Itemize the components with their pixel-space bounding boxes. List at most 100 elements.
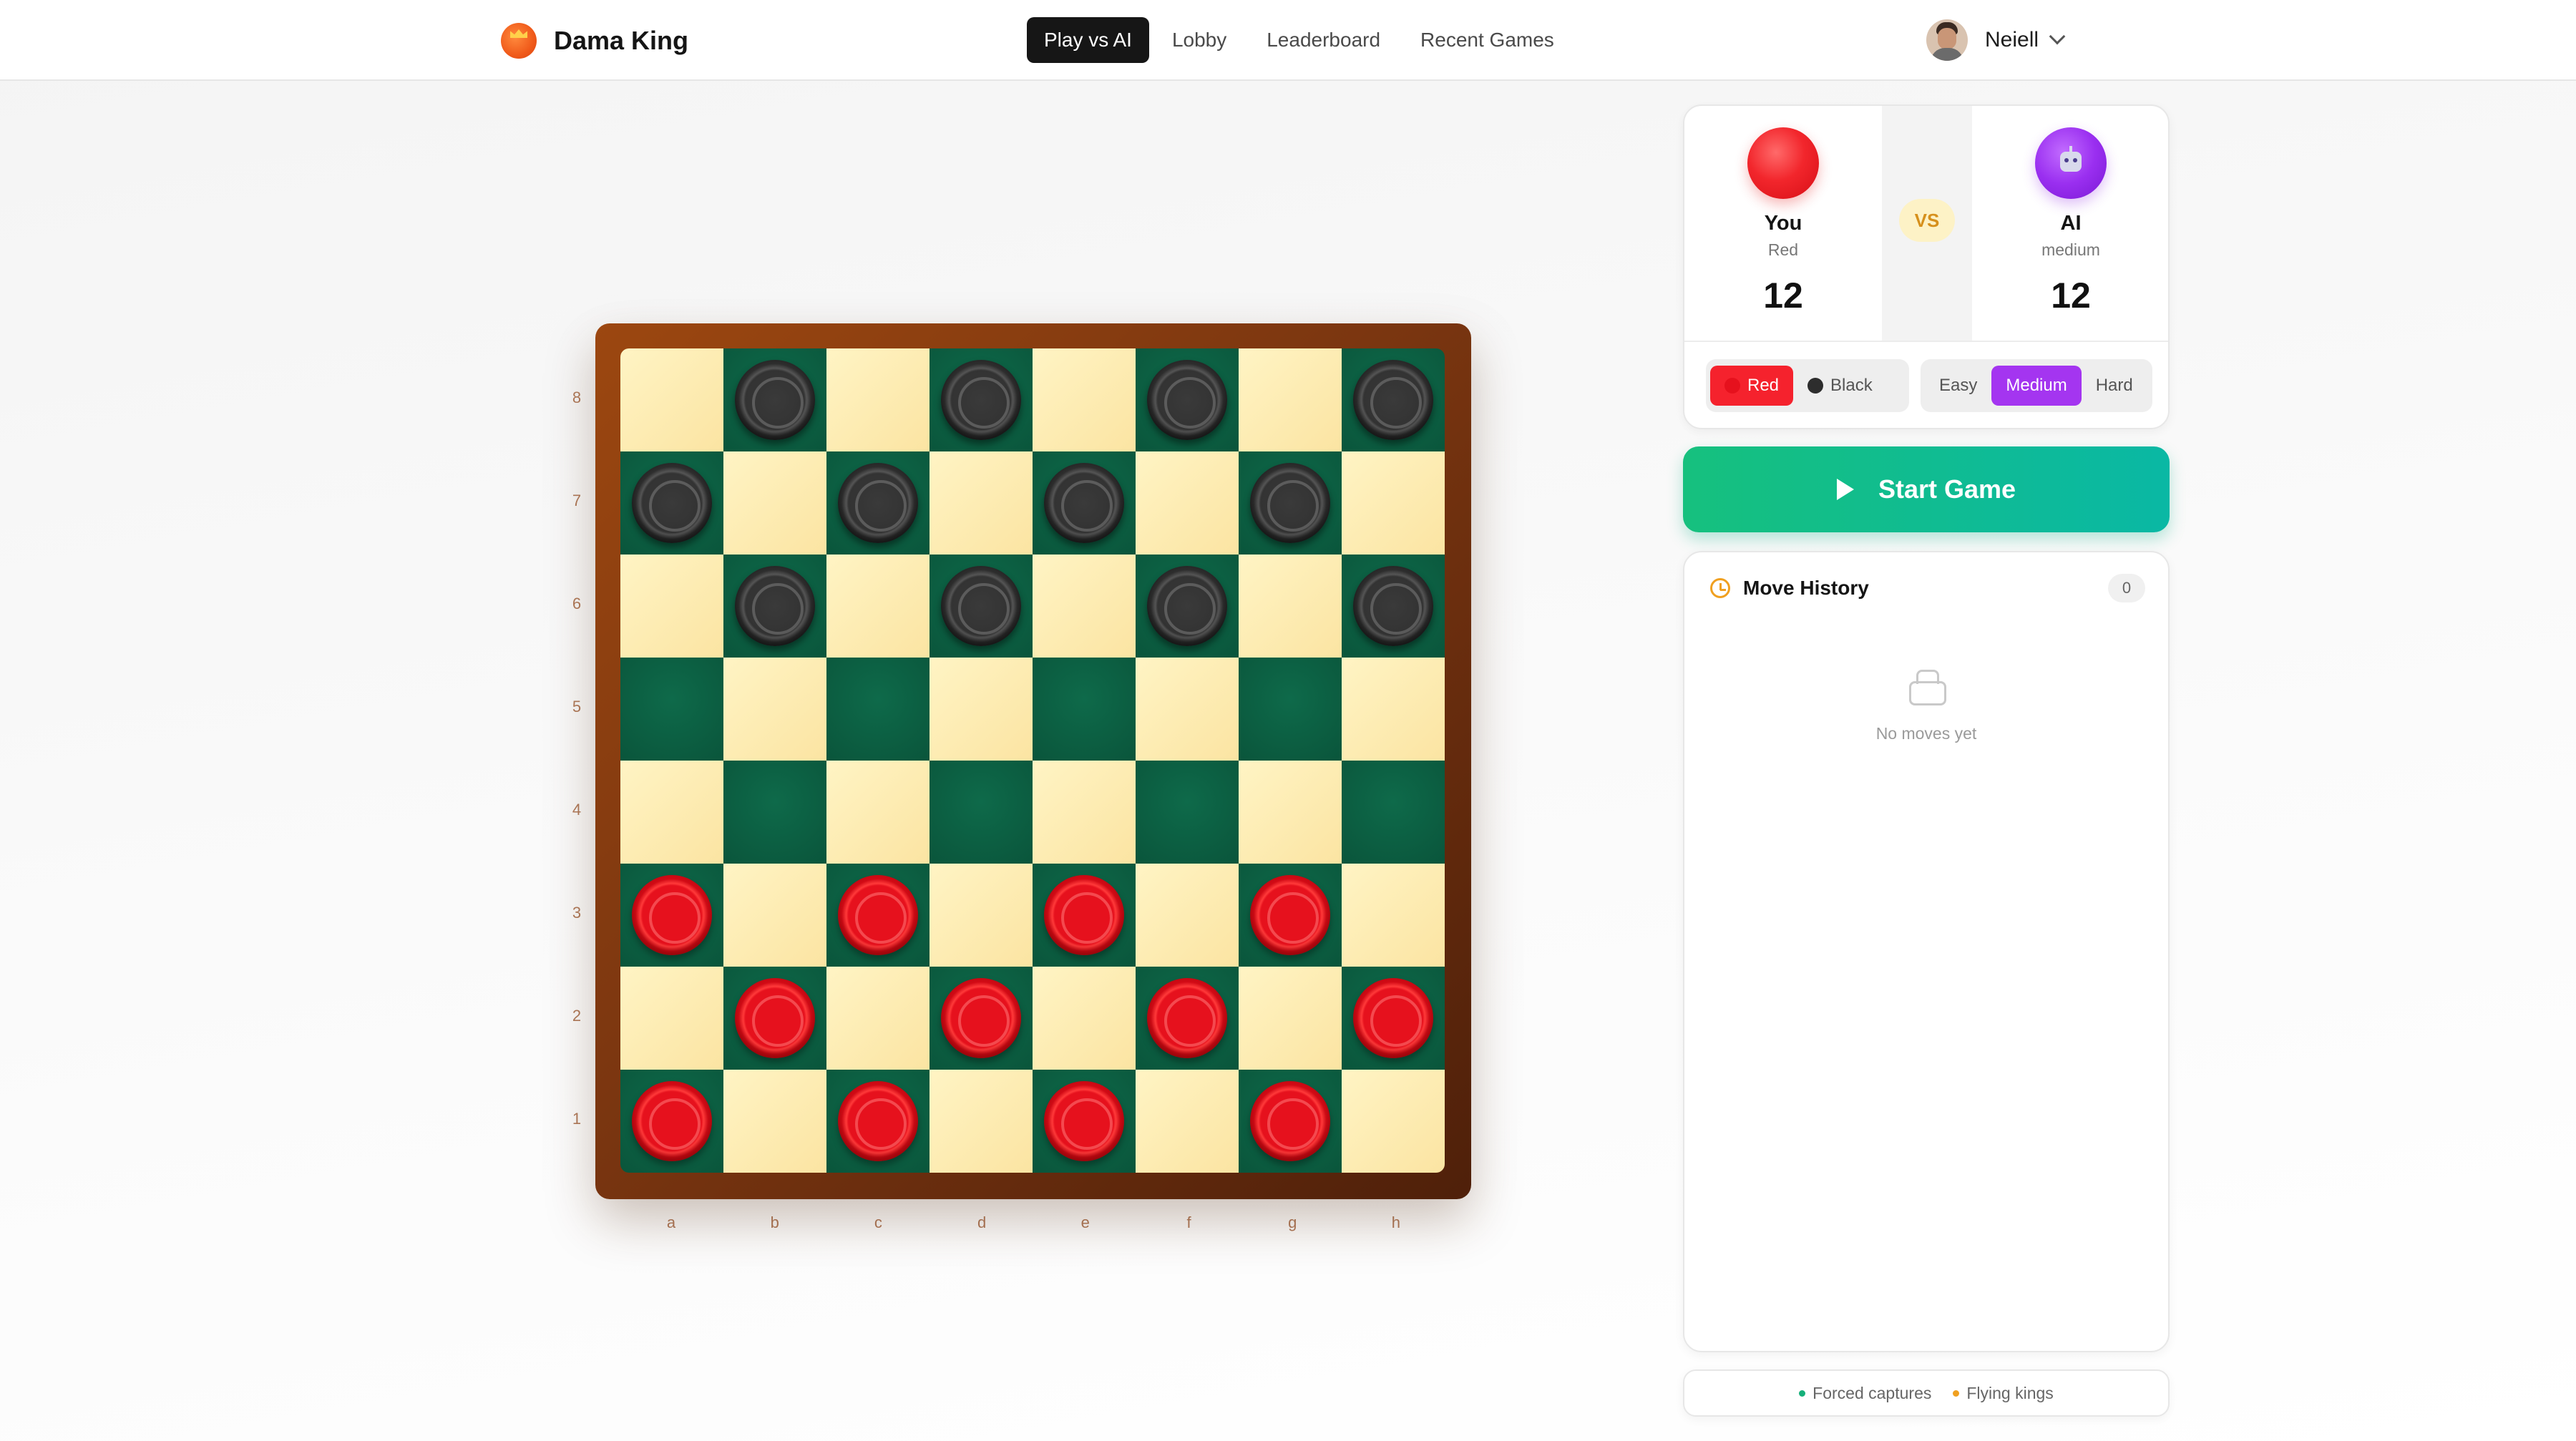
square-h3[interactable]	[1342, 864, 1445, 967]
square-a8[interactable]	[620, 348, 723, 451]
square-a3[interactable]	[620, 864, 723, 967]
square-h8[interactable]	[1342, 348, 1445, 451]
square-a5[interactable]	[620, 658, 723, 761]
red-piece[interactable]	[1250, 875, 1330, 955]
red-piece[interactable]	[838, 875, 918, 955]
square-e7[interactable]	[1033, 451, 1136, 555]
red-piece[interactable]	[632, 1081, 712, 1161]
red-piece[interactable]	[1147, 978, 1227, 1058]
square-d3[interactable]	[930, 864, 1033, 967]
square-a6[interactable]	[620, 555, 723, 658]
square-d5[interactable]	[930, 658, 1033, 761]
square-h6[interactable]	[1342, 555, 1445, 658]
square-e8[interactable]	[1033, 348, 1136, 451]
black-piece[interactable]	[735, 360, 815, 440]
black-piece[interactable]	[632, 463, 712, 543]
black-piece[interactable]	[941, 360, 1021, 440]
difficulty-easy-button[interactable]: Easy	[1925, 366, 1991, 406]
start-game-button[interactable]: Start Game	[1683, 446, 2170, 532]
square-e2[interactable]	[1033, 967, 1136, 1070]
square-e5[interactable]	[1033, 658, 1136, 761]
square-d2[interactable]	[930, 967, 1033, 1070]
square-g4[interactable]	[1239, 761, 1342, 864]
square-e4[interactable]	[1033, 761, 1136, 864]
red-piece[interactable]	[735, 978, 815, 1058]
red-piece[interactable]	[632, 875, 712, 955]
color-black-button[interactable]: Black	[1793, 366, 1887, 406]
square-f6[interactable]	[1136, 555, 1239, 658]
square-g2[interactable]	[1239, 967, 1342, 1070]
square-e3[interactable]	[1033, 864, 1136, 967]
square-f2[interactable]	[1136, 967, 1239, 1070]
square-e6[interactable]	[1033, 555, 1136, 658]
square-g5[interactable]	[1239, 658, 1342, 761]
square-f7[interactable]	[1136, 451, 1239, 555]
red-piece[interactable]	[1353, 978, 1433, 1058]
square-c4[interactable]	[826, 761, 930, 864]
square-c5[interactable]	[826, 658, 930, 761]
nav-recent-games[interactable]: Recent Games	[1403, 17, 1571, 63]
nav-play-vs-ai[interactable]: Play vs AI	[1027, 17, 1149, 63]
red-piece[interactable]	[1044, 875, 1124, 955]
red-piece[interactable]	[1044, 1081, 1124, 1161]
square-d4[interactable]	[930, 761, 1033, 864]
square-d1[interactable]	[930, 1070, 1033, 1173]
black-piece[interactable]	[1147, 566, 1227, 646]
square-g1[interactable]	[1239, 1070, 1342, 1173]
red-piece[interactable]	[941, 978, 1021, 1058]
difficulty-hard-button[interactable]: Hard	[2082, 366, 2147, 406]
square-d6[interactable]	[930, 555, 1033, 658]
red-piece[interactable]	[1250, 1081, 1330, 1161]
square-b2[interactable]	[723, 967, 826, 1070]
square-f3[interactable]	[1136, 864, 1239, 967]
square-f4[interactable]	[1136, 761, 1239, 864]
square-g7[interactable]	[1239, 451, 1342, 555]
square-c3[interactable]	[826, 864, 930, 967]
black-piece[interactable]	[1353, 566, 1433, 646]
square-e1[interactable]	[1033, 1070, 1136, 1173]
square-a2[interactable]	[620, 967, 723, 1070]
checkers-board[interactable]	[620, 348, 1445, 1173]
black-piece[interactable]	[1044, 463, 1124, 543]
black-piece[interactable]	[1147, 360, 1227, 440]
square-c7[interactable]	[826, 451, 930, 555]
square-d7[interactable]	[930, 451, 1033, 555]
square-b1[interactable]	[723, 1070, 826, 1173]
square-g3[interactable]	[1239, 864, 1342, 967]
square-a4[interactable]	[620, 761, 723, 864]
black-piece[interactable]	[1353, 360, 1433, 440]
square-f1[interactable]	[1136, 1070, 1239, 1173]
square-c8[interactable]	[826, 348, 930, 451]
square-c2[interactable]	[826, 967, 930, 1070]
square-b3[interactable]	[723, 864, 826, 967]
color-red-button[interactable]: Red	[1710, 366, 1794, 406]
square-h2[interactable]	[1342, 967, 1445, 1070]
nav-leaderboard[interactable]: Leaderboard	[1249, 17, 1397, 63]
square-b7[interactable]	[723, 451, 826, 555]
square-b6[interactable]	[723, 555, 826, 658]
square-a7[interactable]	[620, 451, 723, 555]
square-h1[interactable]	[1342, 1070, 1445, 1173]
red-piece[interactable]	[838, 1081, 918, 1161]
square-d8[interactable]	[930, 348, 1033, 451]
square-f5[interactable]	[1136, 658, 1239, 761]
square-c6[interactable]	[826, 555, 930, 658]
user-menu[interactable]: Neiell	[1926, 19, 2066, 62]
square-a1[interactable]	[620, 1070, 723, 1173]
square-b4[interactable]	[723, 761, 826, 864]
square-b8[interactable]	[723, 348, 826, 451]
square-c1[interactable]	[826, 1070, 930, 1173]
black-piece[interactable]	[838, 463, 918, 543]
square-g6[interactable]	[1239, 555, 1342, 658]
square-h7[interactable]	[1342, 451, 1445, 555]
black-piece[interactable]	[941, 566, 1021, 646]
difficulty-medium-button[interactable]: Medium	[1991, 366, 2082, 406]
square-f8[interactable]	[1136, 348, 1239, 451]
square-b5[interactable]	[723, 658, 826, 761]
black-piece[interactable]	[735, 566, 815, 646]
square-g8[interactable]	[1239, 348, 1342, 451]
square-h4[interactable]	[1342, 761, 1445, 864]
square-h5[interactable]	[1342, 658, 1445, 761]
black-piece[interactable]	[1250, 463, 1330, 543]
nav-lobby[interactable]: Lobby	[1155, 17, 1244, 63]
